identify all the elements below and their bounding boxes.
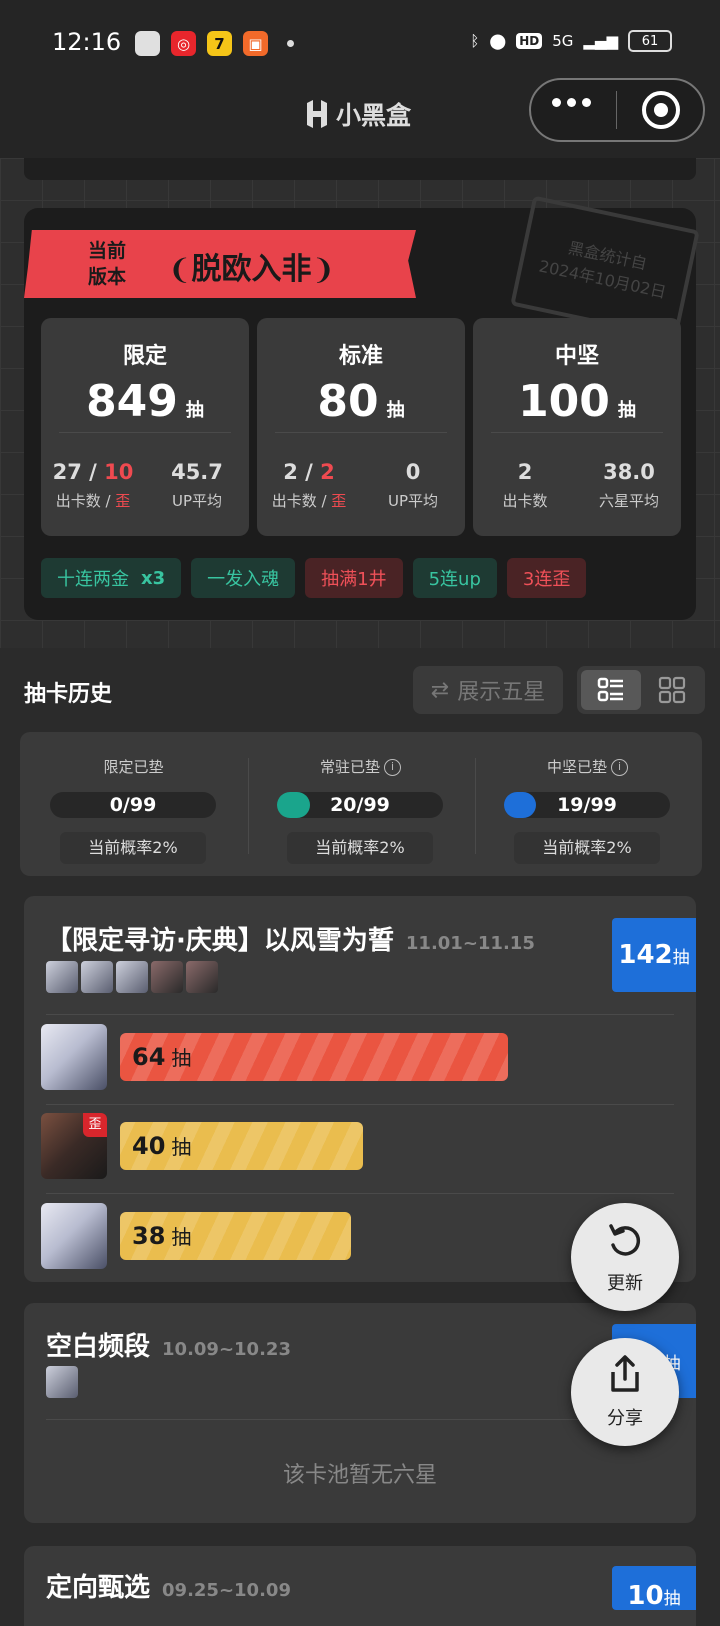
app-seven-icon: 7 (207, 31, 232, 56)
banner-label: 当前 版本 (88, 240, 127, 288)
pool-operator-thumbs (46, 1366, 78, 1398)
pool-total-badge: 10抽 (612, 1566, 696, 1610)
refresh-button[interactable]: 更新 (571, 1203, 679, 1311)
pull-bar: 40 抽 (120, 1122, 363, 1170)
pity-bar: 19/99 (504, 792, 670, 818)
status-time: 12:16 (52, 28, 122, 56)
pull-bar: 64 抽 (120, 1033, 508, 1081)
divider (46, 1193, 674, 1194)
stat-card-standard: 标准 80 抽 2 / 2 出卡数 / 歪 0 UP平均 (257, 318, 465, 536)
app-logo: 小黑盒 (304, 96, 411, 132)
operator-thumb (46, 1366, 78, 1398)
stat-card-core: 中坚 100 抽 2 出卡数 38.0 六星平均 (473, 318, 681, 536)
music-app-icon: ◎ (171, 31, 196, 56)
location-icon: ⬤ (489, 32, 507, 50)
info-icon[interactable]: i (611, 759, 628, 776)
pity-bar: 0/99 (50, 792, 216, 818)
pool-heading: 【限定寻访·庆典】以风雪为誓 11.01~11.15 (46, 926, 535, 956)
pull-bar: 38 抽 (120, 1212, 351, 1260)
off-banner-badge: 歪 (83, 1113, 107, 1137)
tag-item: 一发入魂 (191, 558, 296, 598)
close-program-icon[interactable] (642, 91, 680, 129)
tag-item: 3连歪 (506, 558, 587, 598)
swap-icon: ⇄ (430, 677, 450, 703)
operator-avatar: 歪 (41, 1113, 107, 1179)
capsule-divider (616, 91, 617, 129)
bluetooth-icon: ᛒ (470, 32, 480, 50)
empty-pool-message: 该卡池暂无六星 (282, 1463, 437, 1488)
more-notifications-icon (287, 40, 294, 47)
app-icon (135, 31, 160, 56)
heybox-logo-icon (307, 100, 327, 128)
status-notification-icons: ◎ 7 ▣ (135, 31, 294, 56)
more-menu-icon[interactable] (552, 98, 591, 107)
previous-card-strip (24, 158, 696, 180)
operator-avatar (41, 1203, 107, 1269)
tag-item: 十连两金 x3 (41, 558, 182, 598)
operator-thumb (46, 961, 78, 993)
share-icon (611, 1355, 639, 1392)
operator-avatar (41, 1024, 107, 1090)
operator-thumb (186, 961, 218, 993)
history-title: 抽卡历史 (24, 682, 113, 707)
achievement-tags: 十连两金 x3 一发入魂 抽满1井 5连up 3连歪 (41, 558, 587, 598)
pool-heading: 定向甄选 09.25~10.09 (46, 1573, 291, 1603)
signal-icon: ▂▄▆ (583, 32, 618, 50)
network-label: 5G (552, 32, 574, 50)
divider (46, 1104, 674, 1105)
show-five-star-button[interactable]: ⇄ 展示五星 (413, 666, 563, 714)
tag-item: 5连up (412, 558, 497, 598)
list-view-button[interactable] (581, 670, 641, 710)
pity-core: 中坚已垫 i 19/99 当前概率2% (474, 732, 701, 876)
list-view-icon (597, 677, 623, 702)
pity-limited: 限定已垫 0/99 当前概率2% (20, 732, 247, 876)
laurel-left-icon: ❨ (168, 253, 192, 286)
tag-item: 抽满1井 (305, 558, 403, 598)
pool-operator-thumbs (46, 961, 218, 993)
grid-view-button[interactable] (657, 675, 687, 709)
battery-icon: 61 (628, 30, 672, 52)
app-title: 小黑盒 (336, 101, 412, 130)
grid-view-icon (658, 676, 686, 704)
status-right: ᛒ ⬤ HD 5G ▂▄▆ 61 (470, 30, 672, 52)
hd-icon: HD (516, 33, 543, 49)
share-button[interactable]: 分享 (571, 1338, 679, 1446)
operator-thumb (81, 961, 113, 993)
operator-thumb (151, 961, 183, 993)
refresh-icon (609, 1224, 641, 1256)
pity-bar: 20/99 (277, 792, 443, 818)
pool-heading: 空白频段 10.09~10.23 (46, 1332, 291, 1362)
banner-title: ❨脱欧入非❩ (168, 252, 335, 287)
divider (46, 1014, 674, 1015)
app-orange-icon: ▣ (243, 31, 268, 56)
laurel-right-icon: ❩ (311, 253, 335, 286)
pool-total-badge: 142抽 (612, 918, 696, 992)
stat-card-limited: 限定 849 抽 27 / 10 出卡数 / 歪 45.7 UP平均 (41, 318, 249, 536)
operator-thumb (116, 961, 148, 993)
pity-standard: 常驻已垫 i 20/99 当前概率2% (247, 732, 474, 876)
info-icon[interactable]: i (384, 759, 401, 776)
